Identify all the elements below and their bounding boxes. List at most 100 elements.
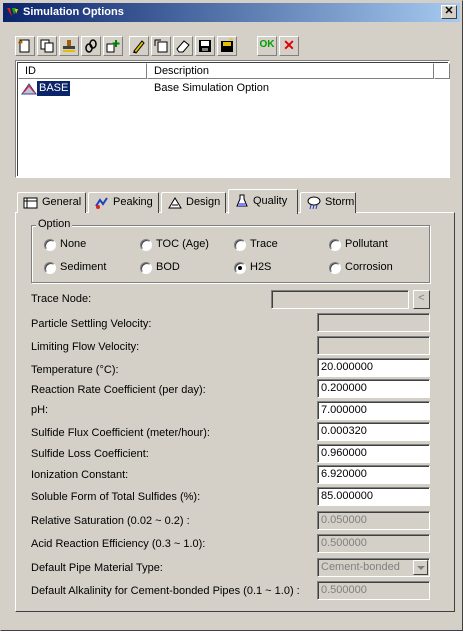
radio-label: Sediment (60, 261, 107, 273)
column-header-description[interactable]: Description (147, 63, 434, 79)
storm-icon (307, 196, 321, 210)
alkalinity-field[interactable]: 0.500000 (317, 581, 430, 600)
list-item-description: Base Simulation Option (154, 82, 269, 94)
tab-storm[interactable]: Storm (300, 192, 356, 213)
chevron-down-icon[interactable] (413, 560, 428, 575)
ionization-label: Ionization Constant: (31, 469, 129, 481)
link-button[interactable] (81, 36, 101, 56)
eraser-button[interactable] (173, 36, 193, 56)
pipe-material-value: Cement-bonded (321, 561, 400, 573)
trace-node-browse-button[interactable]: < (413, 290, 430, 309)
tab-peaking[interactable]: Peaking (88, 192, 159, 213)
radio-label: Pollutant (345, 238, 388, 250)
new-icon (18, 39, 30, 53)
simulation-list[interactable]: ID Description BASE Base Simulation Opti… (15, 60, 450, 178)
relative-saturation-label: Relative Saturation (0.02 ~ 0.2) : (31, 515, 190, 527)
sulfide-loss-field[interactable]: 0.960000 (317, 444, 430, 463)
stamp-icon (63, 40, 75, 52)
tab-label: General (42, 196, 82, 208)
radio-label: Trace (250, 238, 278, 250)
close-button[interactable]: ✕ (441, 5, 457, 19)
list-item-id: BASE (37, 81, 71, 96)
add-icon (106, 40, 120, 53)
sulfide-loss-label: Sulfide Loss Coefficient: (31, 448, 149, 460)
ok-button[interactable]: OK (257, 36, 277, 56)
trace-node-label: Trace Node: (31, 293, 92, 305)
relative-saturation-field[interactable]: 0.050000 (317, 511, 430, 530)
reaction-rate-field[interactable]: 0.200000 (317, 379, 430, 398)
sulfide-flux-field[interactable]: 0.000320 (317, 422, 430, 441)
temperature-field[interactable]: 20.000000 (317, 358, 430, 377)
cancel-icon: ✕ (283, 37, 295, 53)
radio-button (234, 239, 246, 251)
ok-icon: OK (259, 39, 275, 50)
app-icon (7, 8, 18, 17)
radio-button (44, 239, 56, 251)
column-header-filler (434, 63, 450, 79)
flask-icon (236, 194, 248, 207)
alkalinity-label: Default Alkalinity for Cement-bonded Pip… (31, 585, 300, 597)
option-group-title: Option (36, 218, 73, 230)
tab-label: Storm (325, 196, 355, 208)
pipe-material-label: Default Pipe Material Type: (31, 562, 163, 574)
sulfide-flux-label: Sulfide Flux Coefficient (meter/hour): (31, 427, 210, 439)
column-header-id[interactable]: ID (18, 63, 147, 79)
peaking-icon (95, 197, 108, 209)
rename-icon (154, 39, 168, 53)
radio-button (140, 239, 152, 251)
option-group (31, 225, 430, 283)
simulation-options-window: Simulation Options ✕ OK ✕ ID Description… (0, 0, 463, 631)
limiting-flow-label: Limiting Flow Velocity: (31, 341, 140, 353)
soluble-form-field[interactable]: 85.000000 (317, 487, 430, 506)
limiting-flow-field[interactable] (317, 336, 430, 355)
book-icon (23, 197, 38, 209)
radio-label: BOD (156, 261, 180, 273)
copy-button[interactable] (37, 36, 57, 56)
add-button[interactable] (103, 36, 123, 56)
ionization-field[interactable]: 6.920000 (317, 465, 430, 484)
simulation-icon (21, 83, 37, 95)
save-all-icon (221, 38, 233, 52)
radio-label: TOC (Age) (156, 238, 209, 250)
pipe-material-select[interactable]: Cement-bonded (317, 558, 430, 577)
save-icon (199, 40, 211, 52)
ph-label: pH: (31, 404, 49, 416)
new-button[interactable] (15, 36, 35, 56)
tab-design[interactable]: Design (161, 192, 226, 213)
radio-label: None (60, 238, 87, 250)
ph-field[interactable]: 7.000000 (317, 401, 430, 420)
radio-button (44, 262, 56, 274)
radio-button (329, 262, 341, 274)
rename-button[interactable] (151, 36, 171, 56)
eraser-icon (176, 40, 190, 53)
edit-button[interactable] (129, 36, 149, 56)
window-title: Simulation Options (23, 6, 124, 18)
cancel-button[interactable]: ✕ (279, 36, 299, 56)
radio-button-selected (234, 262, 246, 274)
save-all-button[interactable] (217, 36, 237, 56)
radio-button (329, 239, 341, 251)
tab-general[interactable]: General (17, 192, 86, 213)
settling-velocity-label: Particle Settling Velocity: (31, 318, 152, 330)
tab-label: Quality (253, 195, 288, 207)
radio-label: Corrosion (345, 261, 393, 273)
acid-reaction-label: Acid Reaction Efficiency (0.3 ~ 1.0): (31, 538, 206, 550)
reaction-rate-label: Reaction Rate Coefficient (per day): (31, 384, 206, 396)
save-button[interactable] (195, 36, 215, 56)
design-icon (168, 197, 182, 209)
tab-quality[interactable]: Quality (228, 189, 298, 214)
settling-velocity-field[interactable] (317, 313, 430, 332)
trace-node-field[interactable] (271, 290, 409, 309)
link-icon (85, 39, 97, 53)
copy-icon (40, 39, 54, 53)
soluble-form-label: Soluble Form of Total Sulfides (%): (31, 491, 201, 503)
stamp-button[interactable] (59, 36, 79, 56)
radio-button (140, 262, 152, 274)
list-item[interactable]: BASE Base Simulation Option (18, 81, 438, 97)
temperature-label: Temperature (°C): (31, 364, 119, 376)
acid-reaction-field[interactable]: 0.500000 (317, 534, 430, 553)
tab-label: Peaking (113, 196, 153, 208)
edit-icon (133, 40, 145, 54)
title-bar[interactable]: Simulation Options ✕ (3, 3, 460, 22)
radio-label: H2S (250, 261, 272, 273)
